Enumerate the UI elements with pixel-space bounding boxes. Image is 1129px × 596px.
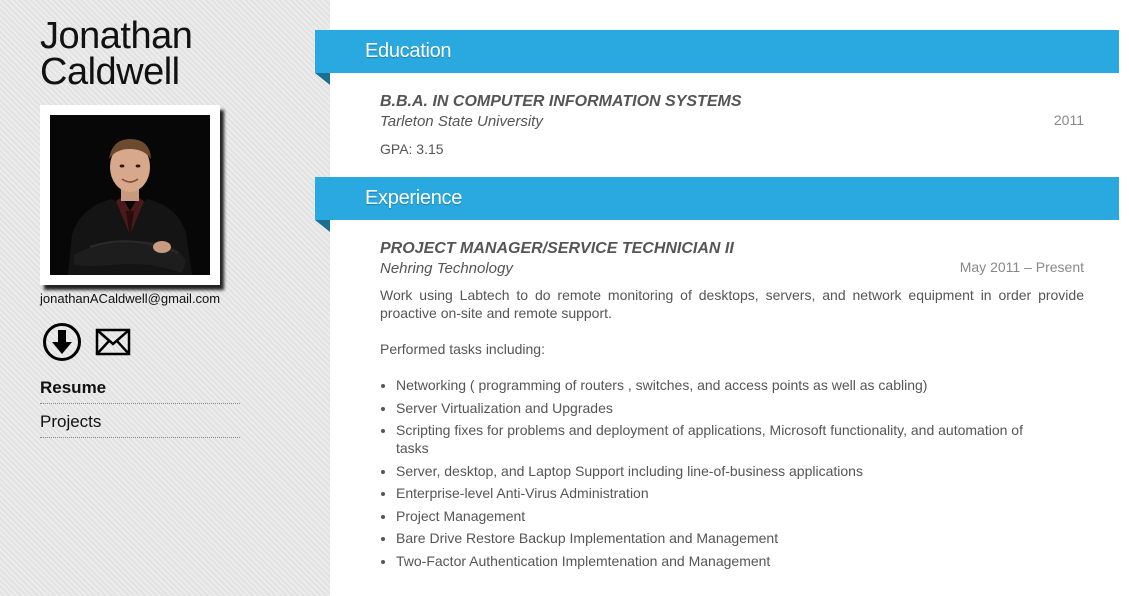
email-address: jonathanACaldwell@gmail.com [40,291,221,306]
experience-heading: Experience [365,187,463,209]
experience-entry: PROJECT MANAGER/SERVICE TECHNICIAN II Ne… [380,240,1084,574]
school-name: Tarleton State University [380,113,543,130]
name-last: Caldwell [40,51,180,93]
education-heading: Education [365,40,452,62]
education-heading-ribbon: Education [315,30,1119,85]
task-list: Networking ( programming of routers , sw… [380,376,1056,570]
job-summary: Work using Labtech to do remote monitori… [380,287,1084,321]
ribbon-fold [315,220,330,232]
nav-item-projects[interactable]: Projects [40,410,240,438]
sidebar: Jonathan Caldwell jonathanACaldwell@gmai… [0,0,330,596]
list-item: Server Virtualization and Upgrades [396,399,1056,417]
list-item: Bare Drive Restore Backup Implementation… [396,529,1056,547]
ribbon-fold [315,73,330,85]
gpa-text: GPA: 3.15 [380,141,444,157]
list-item: Enterprise-level Anti-Virus Administrati… [396,484,1056,502]
list-item: Project Management [396,507,1056,525]
person-name: Jonathan Caldwell [40,17,193,93]
job-title: PROJECT MANAGER/SERVICE TECHNICIAN II [380,240,734,257]
list-item: Scripting fixes for problems and deploym… [396,421,1056,457]
download-icon[interactable] [42,322,82,367]
list-item: Two-Factor Authentication Implemtenation… [396,552,1056,570]
list-item: Networking ( programming of routers , sw… [396,376,1056,394]
nav-item-resume[interactable]: Resume [40,376,240,404]
education-year: 2011 [1053,112,1084,128]
list-item: Server, desktop, and Laptop Support incl… [396,462,1056,480]
experience-heading-ribbon: Experience [315,177,1119,232]
education-entry: B.B.A. IN COMPUTER INFORMATION SYSTEMS T… [380,93,1084,158]
sidebar-nav: Resume Projects [40,376,240,444]
tasks-intro: Performed tasks including: [380,341,545,357]
job-dates: May 2011 – Present [959,259,1084,275]
degree-title: B.B.A. IN COMPUTER INFORMATION SYSTEMS [380,93,742,110]
profile-photo [50,115,210,275]
portrait-illustration [50,115,210,275]
mail-icon[interactable] [95,328,131,361]
profile-photo-frame [40,105,220,285]
